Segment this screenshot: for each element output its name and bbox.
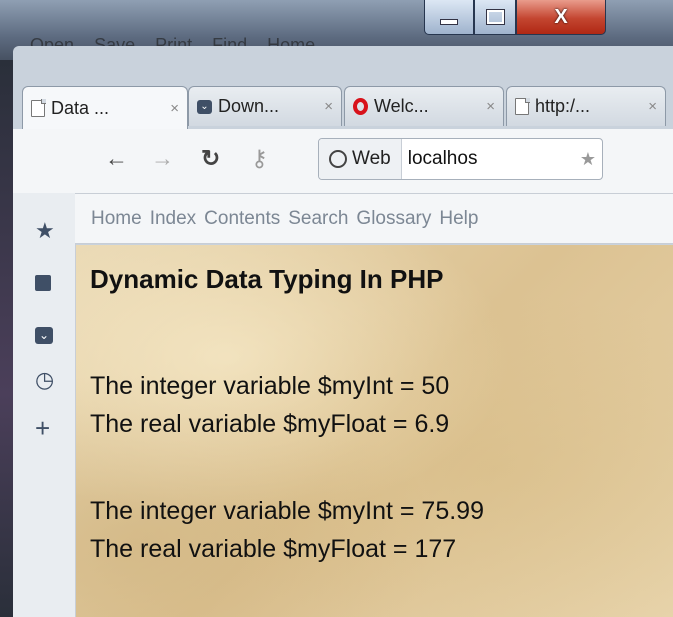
output-line: The real variable $myFloat = 6.9	[90, 410, 450, 438]
tab-close-button[interactable]: ×	[648, 98, 657, 115]
back-arrow-icon[interactable]: ←	[105, 145, 128, 172]
tab-title: Down...	[218, 96, 280, 116]
bookmark-star-icon[interactable]: ★	[580, 149, 602, 170]
tab-data[interactable]: Data ... ×	[22, 86, 188, 129]
tab-strip: Data ... × ⌄ Down... × Welc... × http:/.…	[13, 86, 673, 129]
maximize-button[interactable]	[474, 0, 516, 35]
history-icon[interactable]: ◷	[35, 367, 54, 393]
opera-icon	[353, 98, 368, 115]
tab-http[interactable]: http:/... ×	[506, 86, 666, 126]
tab-close-button[interactable]: ×	[324, 98, 333, 115]
page-content: Dynamic Data Typing In PHP The integer v…	[76, 245, 673, 617]
bookmark-index[interactable]: Index	[150, 208, 196, 230]
reload-icon[interactable]: ↻	[201, 145, 220, 172]
tab-welcome[interactable]: Welc... ×	[344, 86, 504, 126]
window-controls: X	[424, 0, 606, 36]
url-field[interactable]: localhos	[402, 148, 580, 170]
page-title: Dynamic Data Typing In PHP	[90, 264, 444, 294]
globe-icon	[329, 150, 347, 168]
output-line: The real variable $myFloat = 177	[90, 535, 457, 563]
pocket-icon[interactable]: ⌄	[35, 327, 53, 344]
bookmark-glossary[interactable]: Glossary	[356, 208, 431, 230]
toolbar: ← → ↻ ⚷ Web localhos ★	[13, 129, 673, 194]
bookmark-contents[interactable]: Contents	[204, 208, 280, 230]
output-line: The integer variable $myInt = 50	[90, 372, 450, 400]
browser-window: Data ... × ⌄ Down... × Welc... × http:/.…	[13, 46, 673, 617]
address-bar[interactable]: Web localhos ★	[318, 138, 603, 180]
notes-icon[interactable]	[35, 275, 51, 291]
tab-title: Welc...	[374, 96, 429, 116]
key-icon[interactable]: ⚷	[251, 145, 268, 172]
search-scope-label: Web	[352, 148, 391, 169]
forward-arrow-icon[interactable]: →	[151, 145, 174, 172]
tab-close-button[interactable]: ×	[170, 100, 179, 117]
tab-title: http:/...	[535, 96, 591, 116]
search-scope-button[interactable]: Web	[319, 139, 402, 179]
maximize-icon	[485, 9, 505, 25]
minimize-button[interactable]	[424, 0, 474, 35]
tab-downloads[interactable]: ⌄ Down... ×	[188, 86, 342, 126]
pocket-icon: ⌄	[197, 99, 212, 114]
minimize-icon	[440, 19, 458, 25]
tab-title: Data ...	[51, 97, 110, 118]
add-icon[interactable]: +	[35, 413, 50, 444]
side-panel: ★ ⌄ ◷ +	[13, 193, 76, 617]
page-icon	[31, 99, 46, 117]
bookmark-search[interactable]: Search	[288, 208, 348, 230]
bookmark-home[interactable]: Home	[91, 208, 142, 230]
tab-close-button[interactable]: ×	[486, 98, 495, 115]
bookmarks-bar: Home Index Contents Search Glossary Help	[75, 194, 673, 244]
page-icon	[515, 97, 530, 115]
output-line: The integer variable $myInt = 75.99	[90, 497, 484, 525]
close-button[interactable]: X	[516, 0, 606, 35]
bookmark-help[interactable]: Help	[439, 208, 478, 230]
star-icon[interactable]: ★	[35, 218, 55, 244]
